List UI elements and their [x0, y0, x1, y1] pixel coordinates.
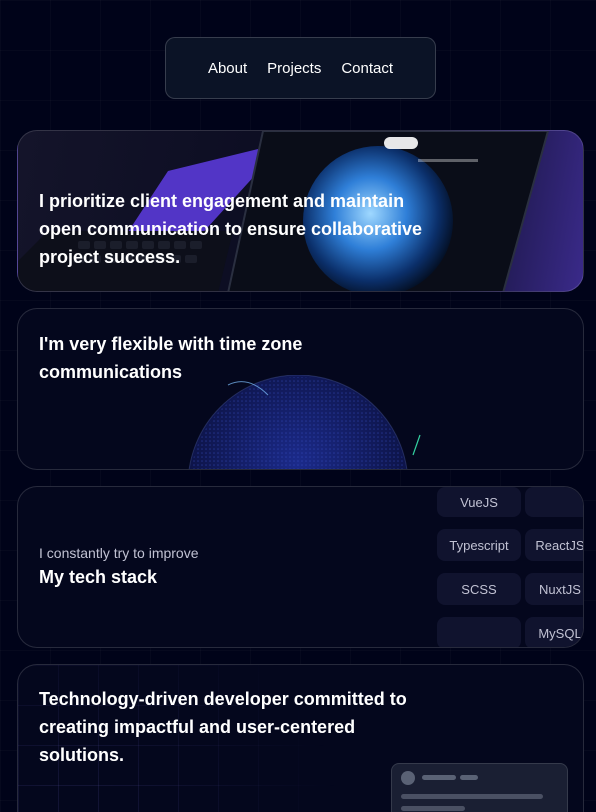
tech-chip: MySQL [525, 617, 583, 647]
tech-chip: SCSS [437, 573, 521, 605]
nav-about[interactable]: About [208, 60, 247, 77]
title-line: open communication to ensure collaborati… [39, 219, 423, 239]
card-title: Technology-driven developer committed to… [39, 685, 407, 769]
card-client-engagement: I prioritize client engagement and maint… [17, 130, 584, 292]
title-line: Technology-driven developer committed to [39, 689, 407, 709]
title-line: solutions. [39, 745, 124, 765]
title-line: communications [39, 362, 183, 382]
tech-chip: NuxtJS [525, 573, 583, 605]
tech-chip [437, 617, 521, 647]
title-line: project success. [39, 247, 181, 267]
tech-chip [525, 487, 583, 517]
nav-contact[interactable]: Contact [341, 60, 393, 77]
tech-chip: VueJS [437, 487, 521, 517]
tech-chip: ReactJS [525, 529, 583, 561]
tech-chip: Typescript [437, 529, 521, 561]
card-tech-stack: I constantly try to improve My tech stac… [17, 486, 584, 648]
card-time-zone: I'm very flexible with time zone communi… [17, 308, 584, 470]
tech-stack-subtitle: I constantly try to improve [39, 545, 199, 561]
mockup-placeholder-icon [401, 771, 543, 811]
card-mission: Technology-driven developer committed to… [17, 664, 584, 812]
tech-stack-title: My tech stack [39, 567, 158, 587]
globe-icon [188, 375, 421, 469]
title-line: I'm very flexible with time zone [39, 334, 303, 354]
ui-mockup-card [391, 763, 568, 812]
nav-projects[interactable]: Projects [267, 60, 321, 77]
top-nav: About Projects Contact [165, 37, 436, 99]
title-line: I prioritize client engagement and maint… [39, 191, 405, 211]
card-title: I'm very flexible with time zone communi… [39, 330, 302, 386]
title-line: creating impactful and user-centered [39, 717, 356, 737]
card-title: I prioritize client engagement and maint… [39, 187, 422, 271]
